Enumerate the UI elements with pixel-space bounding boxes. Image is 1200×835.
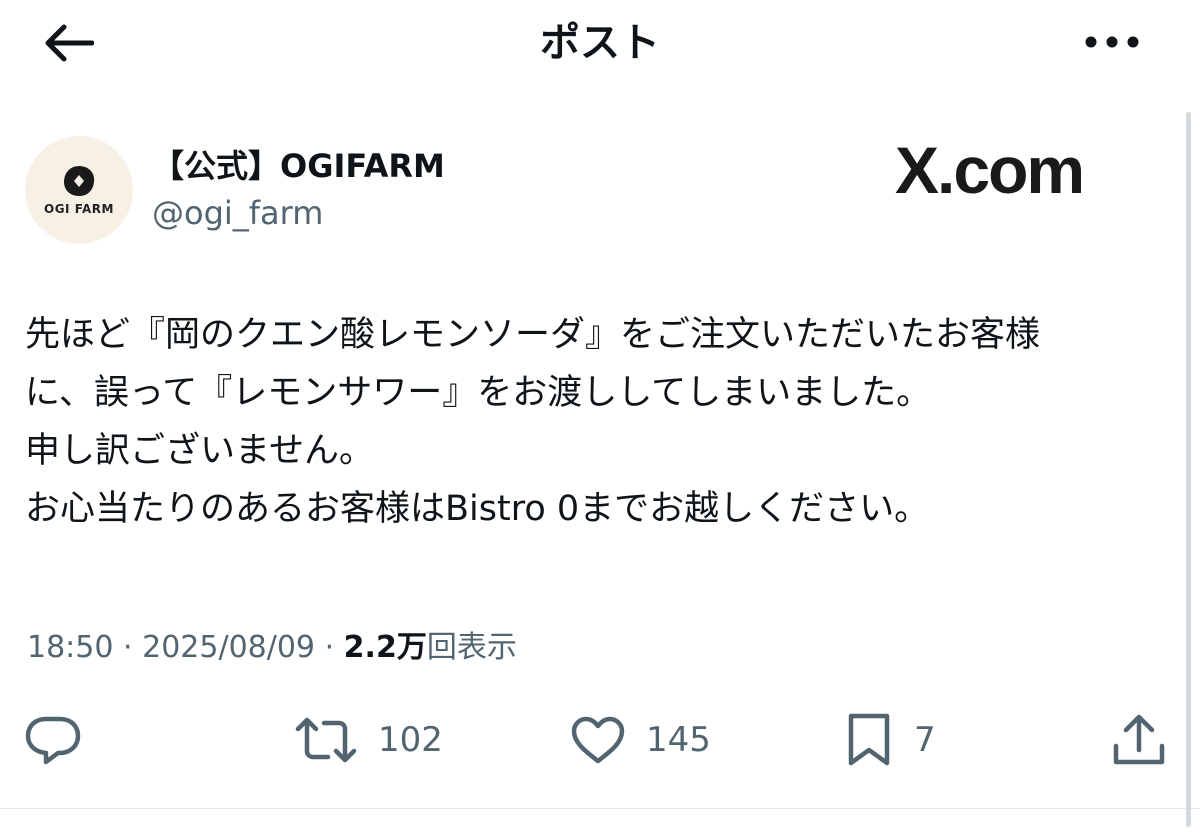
ogi-farm-logo-icon — [64, 166, 95, 196]
top-bar: ポスト — [0, 0, 1200, 90]
avatar[interactable]: OGI FARM — [25, 136, 133, 244]
reply-icon — [25, 716, 81, 765]
meta-separator: · — [324, 630, 335, 665]
repost-count: 102 — [378, 720, 443, 760]
author-display-name[interactable]: 【公式】OGIFARM — [152, 146, 445, 186]
more-dots-icon — [1085, 36, 1139, 48]
author-handle[interactable]: @ogi_farm — [152, 193, 323, 233]
avatar-logo-text: OGI FARM — [44, 202, 114, 216]
action-bar: 102 145 7 — [0, 700, 1200, 780]
post-text-line: に、誤って『レモンサワー』をお渡ししてしまいました。 — [25, 373, 932, 413]
post-time[interactable]: 18:50 — [27, 630, 113, 665]
post-detail-page: ポスト OGI FARM 【公式】OGIFARM @ogi_farm X.com… — [0, 0, 1200, 835]
repost-icon — [295, 717, 357, 763]
views-label[interactable]: 回表示 — [427, 630, 517, 665]
post-text-line: お心当たりのあるお客様はBistro 0までお越しください。 — [25, 489, 930, 529]
divider — [0, 808, 1200, 809]
post-text: 先ほど『岡のクエン酸レモンソーダ』をご注文いただいたお客様 に、誤って『レモンサ… — [25, 306, 1175, 538]
heart-icon — [571, 716, 625, 764]
bookmark-button[interactable]: 7 — [844, 700, 936, 780]
post-meta: 18:50 · 2025/08/09 · 2.2万回表示 — [27, 626, 517, 670]
scrollbar[interactable] — [1186, 112, 1191, 827]
like-count: 145 — [646, 720, 711, 760]
x-com-watermark: X.com — [895, 133, 1085, 207]
post-text-line: 申し訳ございません。 — [25, 431, 374, 471]
meta-separator: · — [123, 630, 133, 665]
bookmark-count: 7 — [914, 720, 936, 760]
page-title: ポスト — [540, 20, 660, 66]
views-count[interactable]: 2.2万 — [344, 630, 427, 665]
reply-button[interactable] — [24, 700, 82, 780]
share-button[interactable] — [1110, 700, 1168, 780]
post-text-line: 先ほど『岡のクエン酸レモンソーダ』をご注文いただいたお客様 — [25, 315, 1041, 355]
post-date[interactable]: 2025/08/09 — [142, 630, 315, 665]
bookmark-icon — [848, 713, 890, 766]
repost-button[interactable]: 102 — [294, 700, 443, 780]
share-icon — [1113, 714, 1165, 765]
like-button[interactable]: 145 — [570, 700, 711, 780]
more-options-button[interactable] — [1080, 22, 1144, 62]
